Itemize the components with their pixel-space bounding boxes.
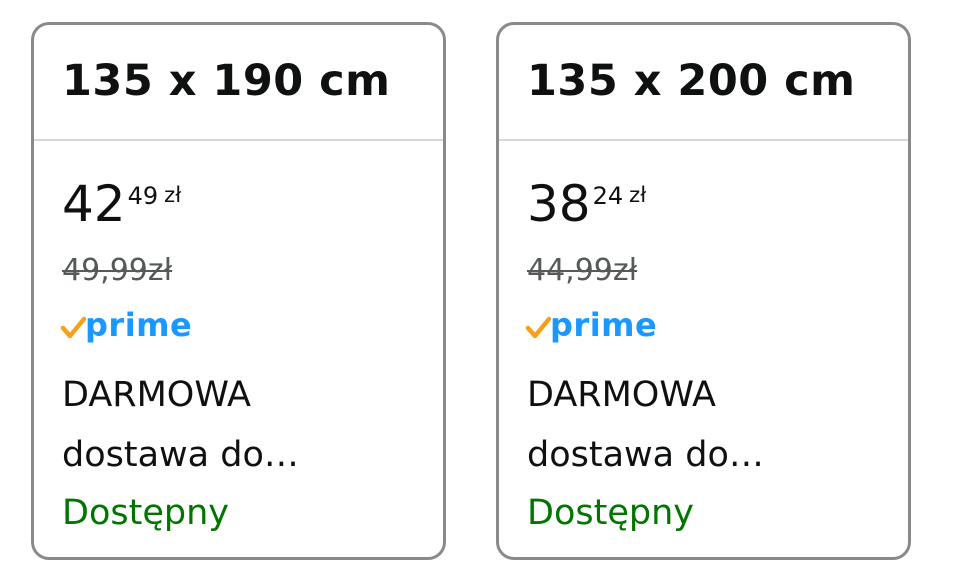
price-fraction: 49 xyxy=(127,182,159,210)
price-currency: zł xyxy=(629,183,647,207)
size-label: 135 x 200 cm xyxy=(527,56,856,106)
price-whole: 42 xyxy=(62,175,126,233)
prime-label: prime xyxy=(550,306,658,344)
delivery-line-1: DARMOWA xyxy=(62,375,251,415)
price: 42 49 zł xyxy=(62,179,181,229)
list-price: 49,99zł xyxy=(62,253,173,288)
delivery-line-2: dostawa do… xyxy=(62,435,299,475)
size-label: 135 x 190 cm xyxy=(62,56,391,106)
price-whole: 38 xyxy=(527,175,591,233)
card-header: 135 x 190 cm xyxy=(34,25,443,141)
list-price: 44,99zł xyxy=(527,253,638,288)
prime-check-icon xyxy=(60,316,86,339)
prime-badge: prime xyxy=(60,309,192,341)
delivery-info: DARMOWA dostawa do… xyxy=(62,365,422,485)
size-variant-selector: 135 x 190 cm 42 49 zł 49,99zł prime DARM… xyxy=(0,0,956,586)
delivery-line-1: DARMOWA xyxy=(527,375,716,415)
delivery-line-2: dostawa do… xyxy=(527,435,764,475)
availability-status: Dostępny xyxy=(62,493,229,533)
availability-status: Dostępny xyxy=(527,493,694,533)
prime-label: prime xyxy=(85,306,193,344)
prime-check-icon xyxy=(525,316,551,339)
prime-badge: prime xyxy=(525,309,657,341)
card-header: 135 x 200 cm xyxy=(499,25,908,141)
price: 38 24 zł xyxy=(527,179,646,229)
size-option-card-135x190[interactable]: 135 x 190 cm 42 49 zł 49,99zł prime DARM… xyxy=(31,22,446,560)
price-fraction: 24 xyxy=(592,182,624,210)
size-option-card-135x200[interactable]: 135 x 200 cm 38 24 zł 44,99zł prime DARM… xyxy=(496,22,911,560)
delivery-info: DARMOWA dostawa do… xyxy=(527,365,887,485)
price-currency: zł xyxy=(164,183,182,207)
